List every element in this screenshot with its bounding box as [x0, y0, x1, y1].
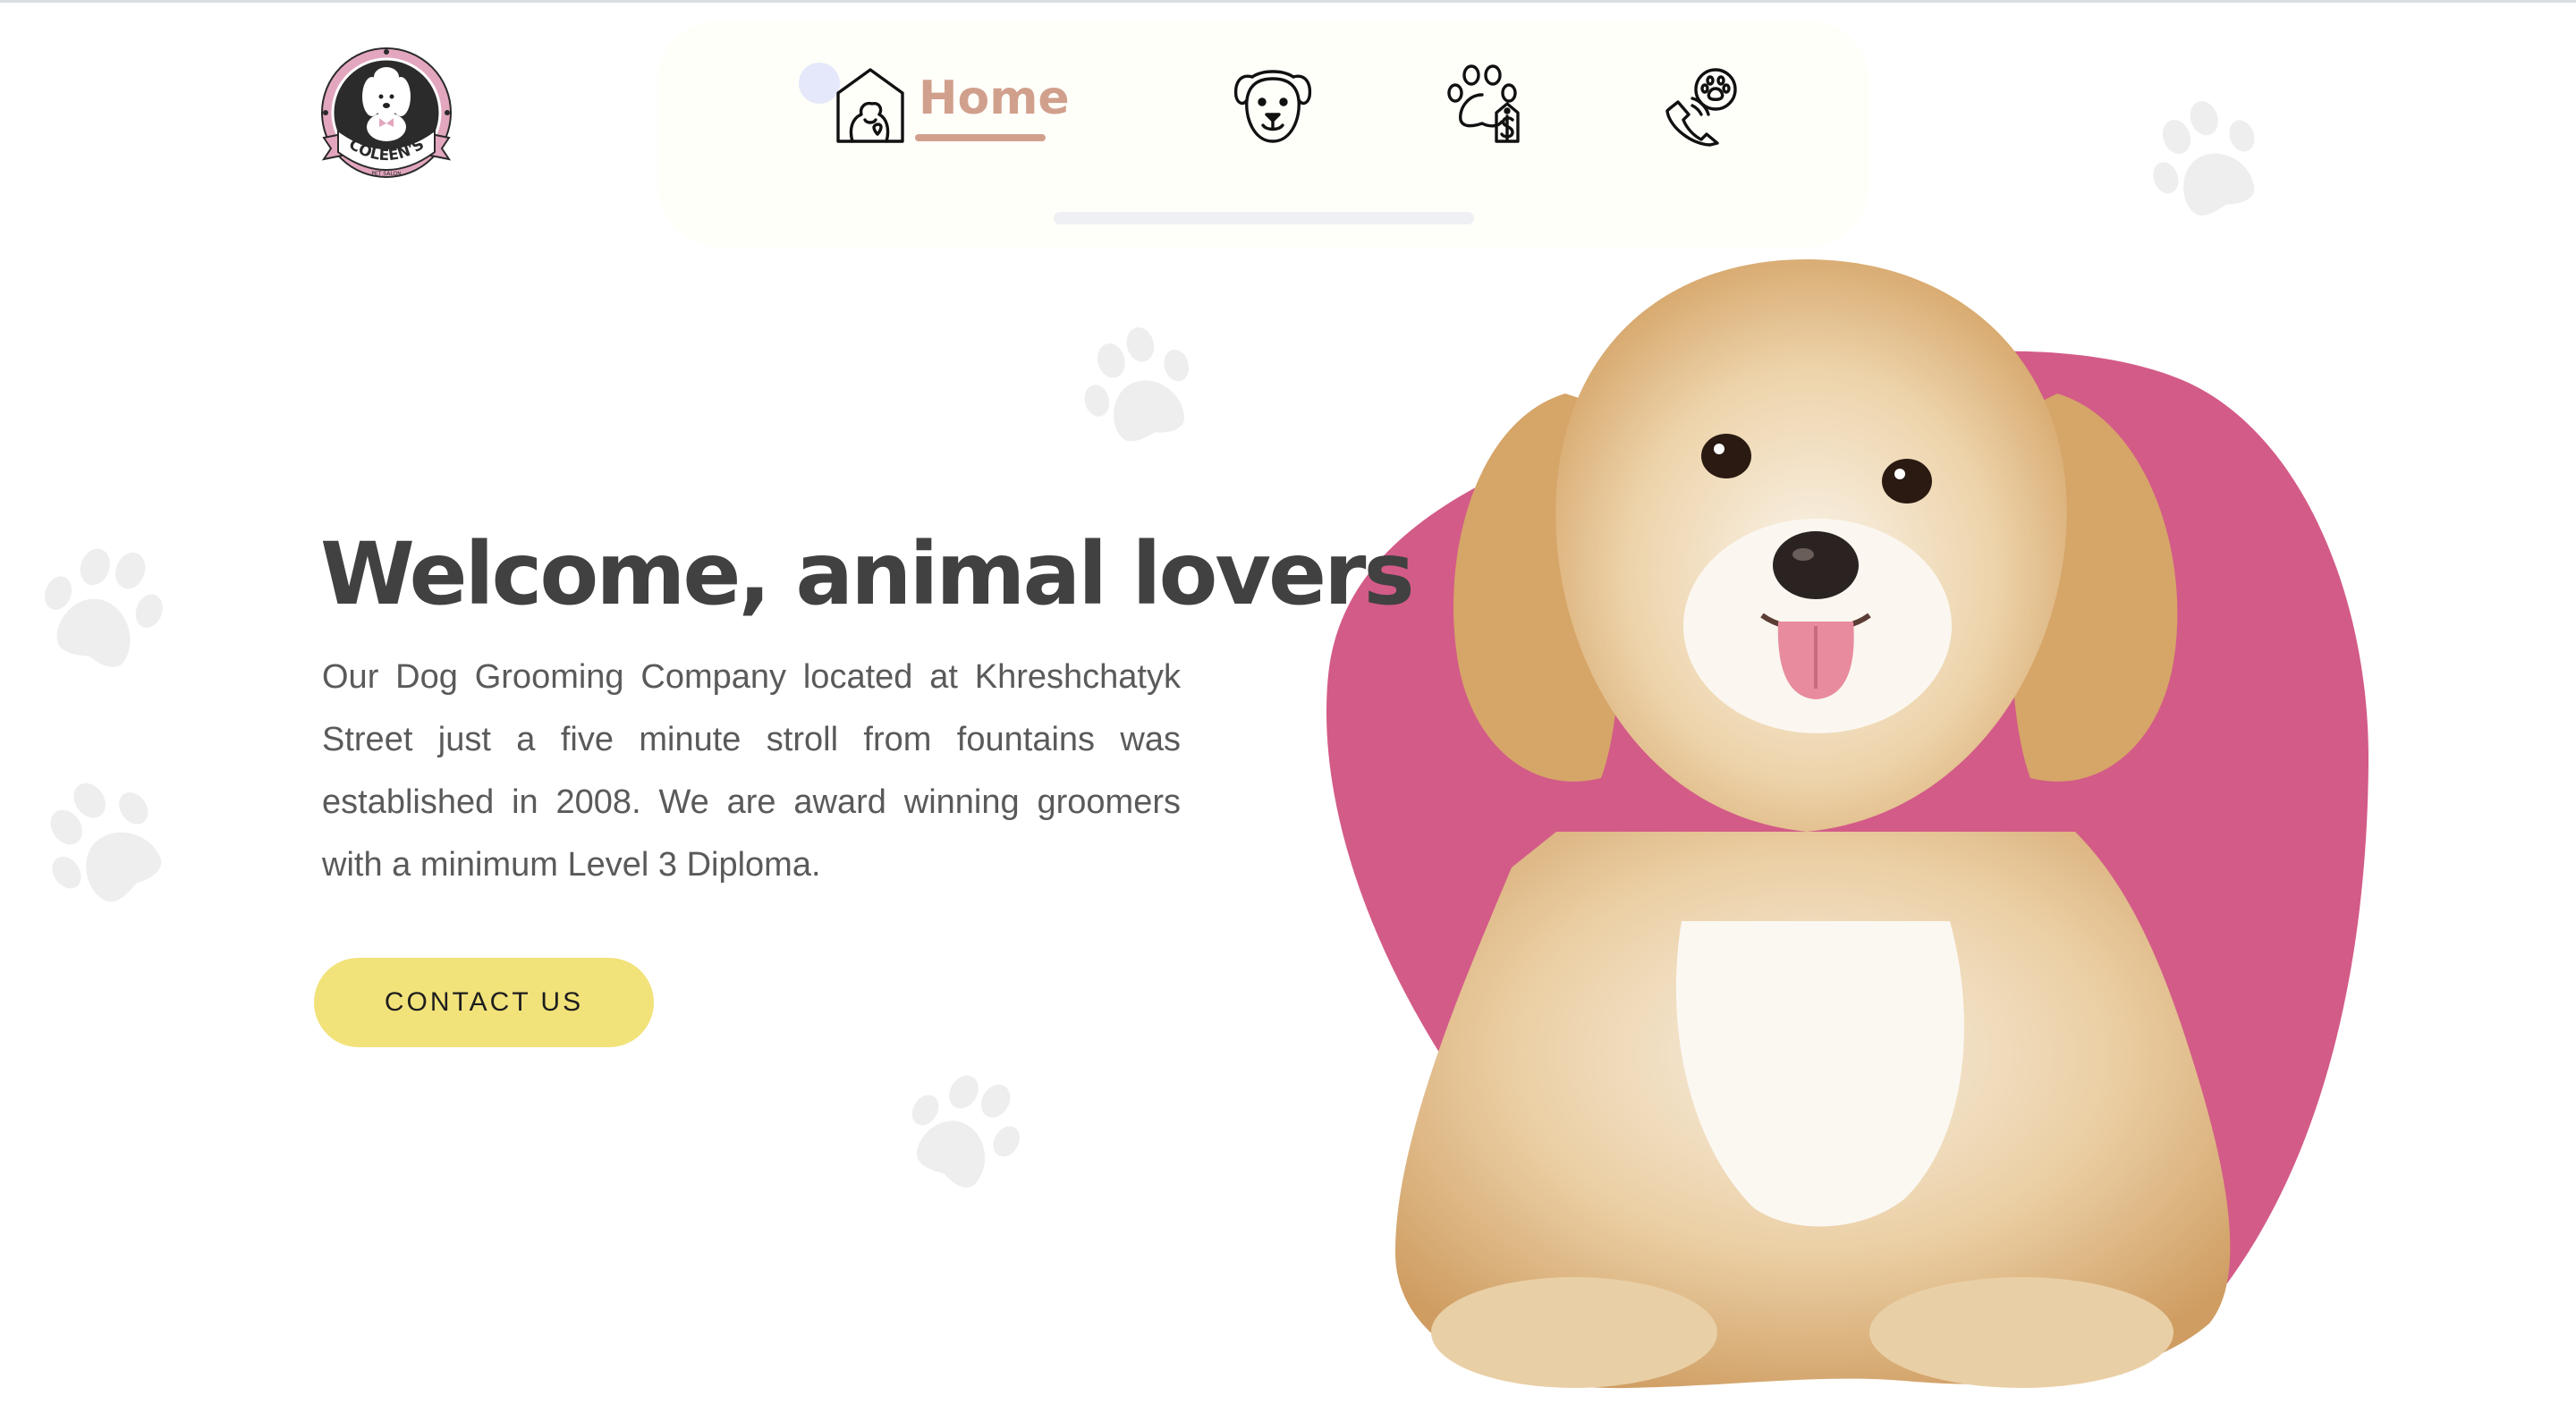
paw-print-icon	[45, 548, 163, 667]
paw-price-tag-icon	[1447, 64, 1520, 143]
nav-item-services[interactable]	[1233, 64, 1313, 147]
paw-print-icon	[911, 1075, 1021, 1188]
contact-us-button[interactable]: CONTACT US	[314, 958, 654, 1047]
coleens-logo[interactable]: COLEEN'S PET SALON	[315, 45, 458, 188]
browser-top-border	[0, 0, 2576, 3]
nav-item-contact[interactable]	[1662, 64, 1742, 147]
hero-description: Our Dog Grooming Company located at Khre…	[322, 658, 1181, 884]
fluffy-puppy-image	[1395, 259, 2231, 1389]
paw-print-icon	[2153, 101, 2255, 216]
nav-label-home[interactable]: Home	[919, 72, 1070, 125]
paw-print-icon	[1084, 327, 1190, 442]
phone-paw-icon	[1665, 68, 1737, 147]
hero-title: Welcome, animal lovers	[320, 524, 1415, 624]
svg-text:PET SALON: PET SALON	[371, 171, 401, 177]
home-pet-icon	[836, 68, 904, 143]
nav-item-prices[interactable]	[1446, 63, 1527, 145]
nav-active-underline	[915, 134, 1046, 141]
nav-scroll-track[interactable]	[1054, 212, 1474, 224]
paw-print-icon	[50, 783, 162, 902]
dog-face-icon	[1233, 70, 1312, 143]
nav-item-home[interactable]: Home	[835, 66, 1070, 145]
